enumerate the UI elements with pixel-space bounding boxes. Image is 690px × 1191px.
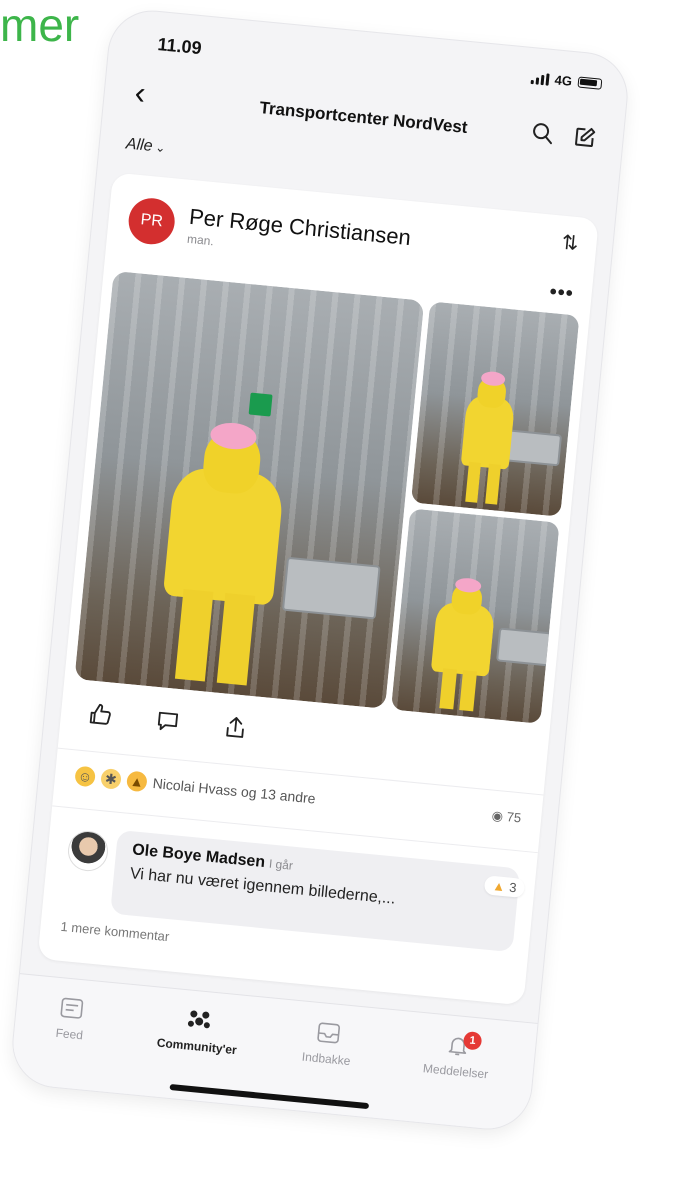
avatar-initials: PR xyxy=(139,211,164,231)
tab-inbox[interactable]: Indbakke xyxy=(271,1013,385,1071)
post-photo-main[interactable] xyxy=(74,270,425,709)
compose-icon[interactable] xyxy=(571,124,598,155)
author-avatar[interactable]: PR xyxy=(126,196,177,247)
tab-communities-label: Community'er xyxy=(156,1035,238,1058)
thumbs-up-emoji-icon: ▲ xyxy=(125,770,148,793)
signal-icon xyxy=(530,71,550,86)
post-author[interactable]: Per Røge Christiansen xyxy=(188,204,412,251)
more-comments-link[interactable]: 1 mere kommentar xyxy=(60,919,170,944)
comment-time: I går xyxy=(268,856,294,873)
filter-dropdown[interactable]: Alle⌄ xyxy=(125,135,166,157)
post-actions xyxy=(85,700,249,746)
reactions-summary[interactable]: ☺ ✱ ▲ Nicolai Hvass og 13 andre xyxy=(74,765,317,809)
notification-badge: 1 xyxy=(462,1030,483,1051)
comment-bubble[interactable]: Ole Boye Madsen I går Vi har nu været ige… xyxy=(110,829,526,953)
chevron-down-icon: ⌄ xyxy=(154,140,167,156)
phone-screen: 11.09 4G ‹ Transportcenter NordVest Alle… xyxy=(9,7,631,1133)
tab-inbox-label: Indbakke xyxy=(301,1049,352,1069)
status-time: 11.09 xyxy=(156,34,203,59)
status-indicators: 4G xyxy=(530,70,603,92)
header-actions xyxy=(529,120,597,155)
community-icon xyxy=(143,1000,255,1040)
tab-communities[interactable]: Community'er xyxy=(141,1000,255,1058)
tab-feed-label: Feed xyxy=(55,1025,84,1043)
like-icon[interactable] xyxy=(85,700,114,733)
search-icon[interactable] xyxy=(529,120,556,151)
bell-icon: 1 xyxy=(402,1025,514,1065)
page-corner-text: mer xyxy=(0,0,80,51)
battery-icon xyxy=(577,76,603,90)
eye-icon: ◉ xyxy=(491,807,504,824)
comment-like-count: 3 xyxy=(508,879,518,896)
tab-notifications-label: Meddelelser xyxy=(422,1061,489,1082)
photo-side-column xyxy=(390,301,580,724)
commenter-avatar[interactable] xyxy=(66,829,110,873)
thumbs-up-emoji-icon: ▲ xyxy=(491,878,506,895)
feed-icon xyxy=(16,988,128,1028)
view-count-value: 75 xyxy=(506,809,522,826)
photo-gallery xyxy=(74,270,580,724)
clap-emoji-icon: ✱ xyxy=(100,768,122,790)
reactions-text: Nicolai Hvass og 13 andre xyxy=(152,774,317,807)
laugh-emoji-icon: ☺ xyxy=(74,765,97,788)
filter-label: Alle xyxy=(125,135,154,155)
inbox-icon xyxy=(272,1013,384,1053)
sort-icon[interactable]: ⇅ xyxy=(561,230,580,256)
post-card: ⇅ PR Per Røge Christiansen man. ••• ☺ ✱ … xyxy=(37,172,599,1006)
post-time: man. xyxy=(186,231,215,249)
more-options-icon[interactable]: ••• xyxy=(549,281,575,306)
view-count: ◉ 75 xyxy=(491,808,522,827)
post-photo-top-right[interactable] xyxy=(410,301,580,517)
tab-feed[interactable]: Feed xyxy=(14,988,128,1046)
share-icon[interactable] xyxy=(221,713,250,746)
comment-icon[interactable] xyxy=(153,707,182,740)
comment-reaction[interactable]: ▲ 3 xyxy=(483,875,526,899)
network-label: 4G xyxy=(554,72,573,89)
tab-notifications[interactable]: 1 Meddelelser xyxy=(400,1025,514,1083)
post-photo-bottom-right[interactable] xyxy=(390,508,560,724)
